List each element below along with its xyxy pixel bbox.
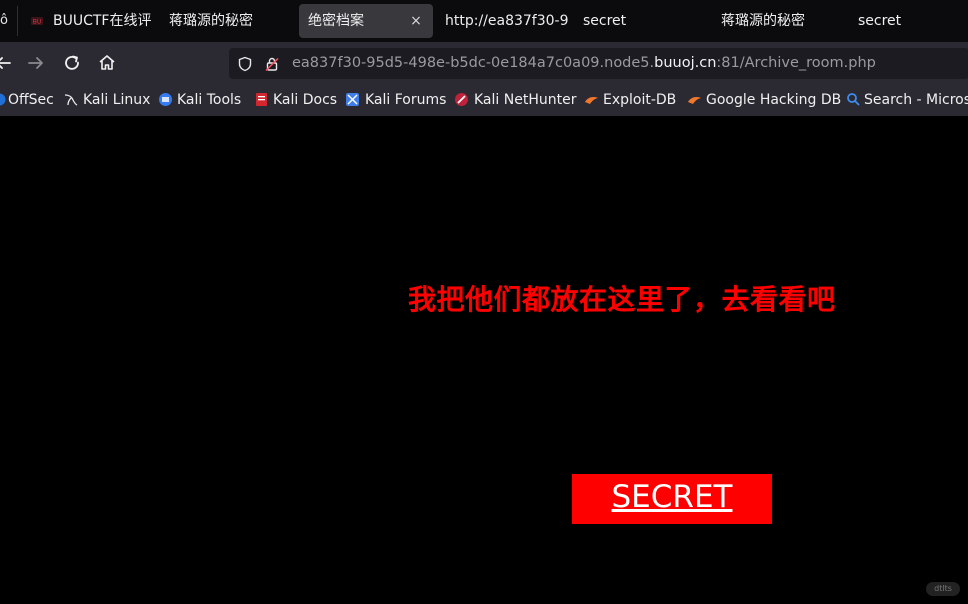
kali-dragon-icon xyxy=(64,94,78,106)
browser-window: ô BU BUUCTF在线评 蒋璐源的秘密 绝密档案 × http://ea83… xyxy=(0,0,968,604)
page-content: 我把他们都放在这里了，去看看吧 SECRET dtlts xyxy=(0,116,968,604)
bookmark-label: Kali Docs xyxy=(273,92,338,108)
url-text[interactable]: ea837f30-95d5-498e-b5dc-0e184a7c0a09.nod… xyxy=(292,48,876,79)
insecure-lock-icon[interactable] xyxy=(264,56,280,72)
bookmark-kali-forums[interactable]: Kali Forums xyxy=(345,84,447,116)
tab-url[interactable]: http://ea837f30-9 xyxy=(437,0,573,42)
bookmark-label: Exploit-DB xyxy=(603,92,677,108)
tab-label: 绝密档案 xyxy=(308,13,364,29)
shield-icon[interactable] xyxy=(237,56,253,72)
tab-label: 蒋璐源的秘密 xyxy=(721,13,805,29)
forward-button[interactable] xyxy=(23,50,49,76)
url-suffix: :81/Archive_room.php xyxy=(716,55,876,71)
exploit-db-icon xyxy=(585,97,598,104)
bookmark-google-hacking-db[interactable]: Google Hacking DB xyxy=(687,84,841,116)
url-bar[interactable]: ea837f30-95d5-498e-b5dc-0e184a7c0a09.nod… xyxy=(229,48,968,79)
tab-jiang-secret[interactable]: 蒋璐源的秘密 xyxy=(152,0,298,42)
home-icon xyxy=(99,55,115,70)
forward-arrow-icon xyxy=(28,57,43,69)
search-icon xyxy=(847,93,860,106)
bookmark-offsec[interactable]: OffSec xyxy=(0,84,56,116)
tab-bar: ô BU BUUCTF在线评 蒋璐源的秘密 绝密档案 × http://ea83… xyxy=(0,0,968,42)
bookmarks-toolbar: OffSec Kali Linux Kali Tools Kali Docs K… xyxy=(0,84,968,116)
page-headline: 我把他们都放在这里了，去看看吧 xyxy=(408,283,836,316)
bookmark-label: Search - Microso xyxy=(864,92,968,108)
tab-label: secret xyxy=(583,13,627,29)
nethunter-icon xyxy=(455,93,468,106)
reload-button[interactable] xyxy=(59,50,85,76)
bookmark-exploit-db[interactable]: Exploit-DB xyxy=(584,84,680,116)
bookmark-kali-nethunter[interactable]: Kali NetHunter xyxy=(454,84,576,116)
tab-jiang-secret-2[interactable]: 蒋璐源的秘密 xyxy=(712,0,846,42)
buuctf-favicon-icon: BU xyxy=(31,17,43,26)
bookmark-label: Kali NetHunter xyxy=(474,92,577,108)
bookmark-search-microsoft[interactable]: Search - Microso xyxy=(846,84,968,116)
bookmark-label: Google Hacking DB xyxy=(706,92,842,108)
bookmark-label: Kali Tools xyxy=(177,92,242,108)
tab-label: http://ea837f30-9 xyxy=(445,13,569,29)
close-icon[interactable]: × xyxy=(409,4,423,38)
bookmark-kali-linux[interactable]: Kali Linux xyxy=(63,84,151,116)
url-prefix: ea837f30-95d5-498e-b5dc-0e184a7c0a09.nod… xyxy=(292,55,655,71)
tab-label: BUUCTF在线评 xyxy=(53,13,152,29)
back-button[interactable] xyxy=(0,50,16,76)
kali-docs-icon xyxy=(256,93,267,106)
bookmark-kali-docs[interactable]: Kali Docs xyxy=(254,84,338,116)
home-button[interactable] xyxy=(94,50,120,76)
back-arrow-icon xyxy=(0,57,11,69)
offsec-icon xyxy=(0,93,6,106)
tab-label: 蒋璐源的秘密 xyxy=(169,13,253,29)
kali-tools-icon xyxy=(159,93,172,106)
tab-overflow-edge[interactable]: ô xyxy=(0,0,18,42)
bookmark-label: Kali Linux xyxy=(83,92,151,108)
bookmark-kali-tools[interactable]: Kali Tools xyxy=(158,84,248,116)
secret-link-button[interactable]: SECRET xyxy=(572,474,772,524)
svg-text:BU: BU xyxy=(33,19,42,26)
tab-buuctf[interactable]: BU BUUCTF在线评 xyxy=(18,0,152,42)
bookmark-label: Kali Forums xyxy=(365,92,447,108)
kali-forums-icon xyxy=(346,93,359,106)
url-domain: buuoj.cn xyxy=(654,55,717,71)
navigation-toolbar: ea837f30-95d5-498e-b5dc-0e184a7c0a09.nod… xyxy=(0,42,968,84)
tab-secret-1[interactable]: secret xyxy=(575,0,709,42)
tab-secret-2[interactable]: secret xyxy=(850,0,968,42)
corner-badge: dtlts xyxy=(926,582,960,596)
ghdb-icon xyxy=(688,97,701,104)
tab-edge-label: ô xyxy=(0,13,8,28)
tab-archive-active[interactable]: 绝密档案 × xyxy=(299,4,433,38)
bookmark-label: OffSec xyxy=(8,92,54,108)
reload-icon xyxy=(65,55,79,70)
tab-label: secret xyxy=(858,13,902,29)
